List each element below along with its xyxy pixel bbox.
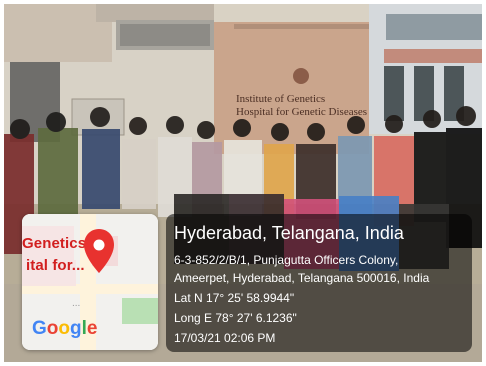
longitude: Long E 78° 27' 6.1236"	[174, 311, 297, 325]
location-info-panel: Hyderabad, Telangana, India 6-3-852/2/B/…	[166, 214, 472, 352]
google-logo: Google	[32, 318, 98, 339]
svg-text:Hospital for Genetic Diseases: Hospital for Genetic Diseases	[236, 106, 367, 118]
map-pin-icon	[84, 229, 114, 273]
map-place-label-line-2: ital for...	[26, 257, 85, 274]
latitude: Lat N 17° 25' 58.9944"	[174, 291, 295, 305]
timestamp: 17/03/21 02:06 PM	[174, 331, 276, 345]
svg-text:...: ...	[72, 298, 80, 309]
map-place-label-line-1: Genetics	[22, 235, 87, 252]
location-title: Hyderabad, Telangana, India	[174, 223, 404, 243]
address-line-2: Ameerpet, Hyderabad, Telangana 500016, I…	[174, 271, 430, 285]
geotagged-photo: Institute of Genetics Hospital for Genet…	[4, 4, 482, 362]
svg-text:Institute of Genetics: Institute of Genetics	[236, 93, 325, 105]
address-line-1: 6-3-852/2/B/1, Punjagutta Officers Colon…	[174, 253, 399, 267]
map-thumbnail: ... Genetics ital for... Google	[22, 214, 158, 350]
